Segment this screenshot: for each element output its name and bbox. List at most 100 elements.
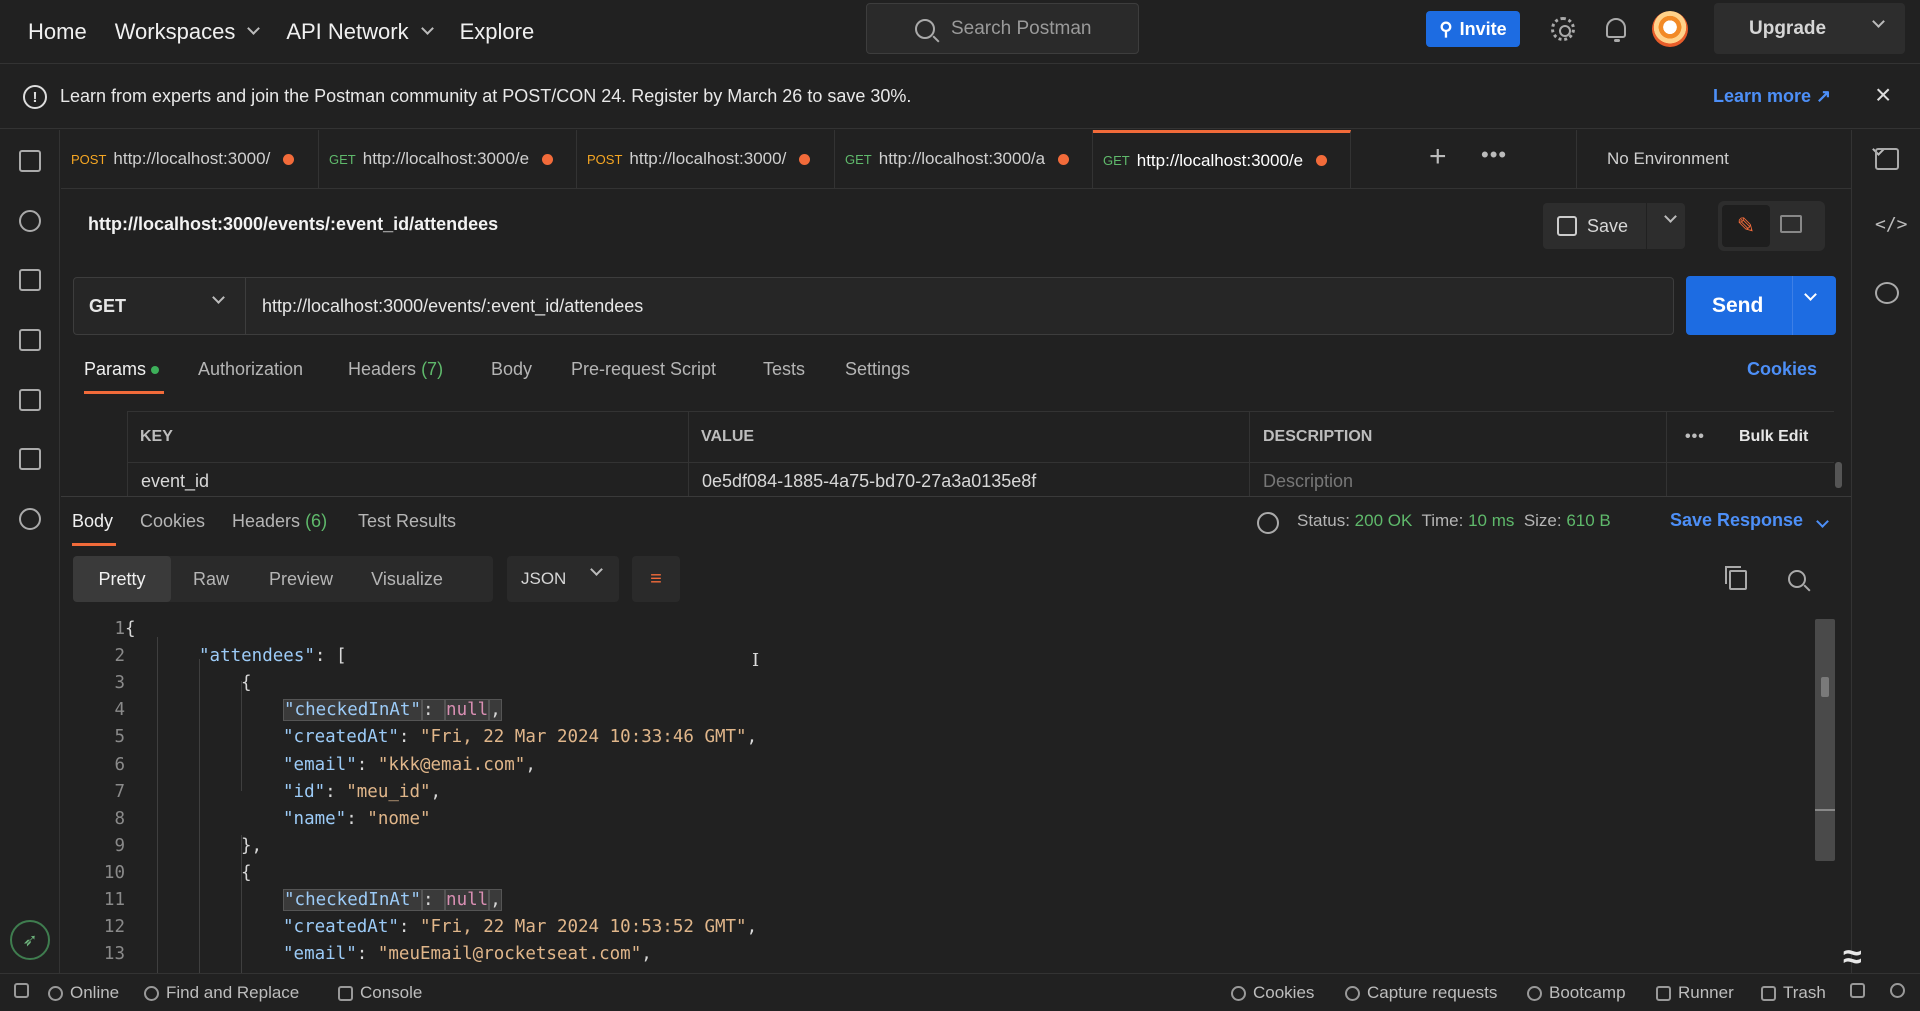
add-user-icon: ⚲ xyxy=(1439,18,1453,39)
runner-button[interactable]: Runner xyxy=(1656,983,1734,1003)
view-raw[interactable]: Raw xyxy=(171,556,251,602)
time-value[interactable]: 10 ms xyxy=(1468,511,1514,530)
json-punctuation: , xyxy=(489,889,502,911)
chevron-down-icon[interactable] xyxy=(1804,288,1817,301)
code-icon[interactable]: </> xyxy=(1875,214,1908,236)
save-options-button[interactable] xyxy=(1647,203,1685,249)
request-tab-active[interactable]: GET http://localhost:3000/e xyxy=(1093,130,1351,188)
format-select[interactable]: JSON xyxy=(507,556,619,602)
save-response-button[interactable]: Save Response xyxy=(1670,510,1829,531)
avatar[interactable] xyxy=(1652,11,1688,47)
lightbulb-icon[interactable] xyxy=(1875,282,1899,304)
json-string-value: "nome" xyxy=(367,808,431,829)
environments-icon[interactable] xyxy=(19,269,41,291)
request-tab[interactable]: GET http://localhost:3000/a xyxy=(835,130,1093,188)
online-status[interactable]: Online xyxy=(48,983,119,1003)
upgrade-button[interactable]: Upgrade xyxy=(1714,3,1905,54)
find-replace-button[interactable]: Find and Replace xyxy=(144,983,299,1003)
history-icon[interactable] xyxy=(19,508,41,530)
console-button[interactable]: Console xyxy=(338,983,422,1003)
tab-prerequest-script[interactable]: Pre-request Script xyxy=(571,359,716,380)
new-tab-plus-icon[interactable]: + xyxy=(1429,142,1447,172)
capture-label: Capture requests xyxy=(1367,983,1498,1002)
toggle-sidebar-button[interactable] xyxy=(14,983,29,998)
help-button[interactable] xyxy=(1890,983,1905,998)
logo-watermark: ≈ xyxy=(1843,938,1862,976)
tab-body[interactable]: Body xyxy=(491,359,532,380)
request-tab[interactable]: POST http://localhost:3000/ xyxy=(577,130,835,188)
more-tabs-icon[interactable]: ••• xyxy=(1481,142,1507,168)
response-tab-headers[interactable]: Headers (6) xyxy=(232,511,327,532)
json-key: "email" xyxy=(283,944,357,965)
url-input[interactable]: http://localhost:3000/events/:event_id/a… xyxy=(246,277,1674,335)
tab-params[interactable]: Params xyxy=(84,359,160,380)
tab-authorization[interactable]: Authorization xyxy=(198,359,303,380)
search-icon[interactable] xyxy=(1788,570,1806,588)
nav-api-network-label: API Network xyxy=(286,18,409,44)
scrollbar-thumb[interactable] xyxy=(1821,677,1829,697)
save-button[interactable]: Save xyxy=(1543,203,1646,249)
learn-more-link[interactable]: Learn more ↗ xyxy=(1713,86,1831,107)
response-tab-body[interactable]: Body xyxy=(72,511,113,532)
wrap-lines-icon[interactable]: ≡ xyxy=(632,556,680,602)
nav-api-network[interactable]: API Network xyxy=(272,0,445,64)
comment-icon[interactable] xyxy=(1780,215,1802,233)
mock-servers-icon[interactable] xyxy=(19,329,41,351)
nav-workspaces[interactable]: Workspaces xyxy=(101,0,273,64)
response-body-editor[interactable]: 1{2 "attendees": [3{4 "checkedInAt": null,… xyxy=(73,619,1833,973)
rocket-icon[interactable]: ➶ xyxy=(10,920,50,960)
view-pretty[interactable]: Pretty xyxy=(73,556,171,602)
param-value-cell[interactable]: 0e5df084-1885-4a75-bd70-27a3a0135e8f xyxy=(688,463,1036,496)
param-description-cell[interactable]: Description xyxy=(1249,463,1353,496)
tab-headers[interactable]: Headers (7) xyxy=(348,359,443,380)
size-value[interactable]: 610 B xyxy=(1566,511,1610,530)
search-input[interactable]: Search Postman xyxy=(866,3,1139,54)
close-icon[interactable]: × xyxy=(1875,81,1891,109)
cookies-button[interactable]: Cookies xyxy=(1231,983,1314,1003)
bell-icon[interactable] xyxy=(1606,18,1626,42)
pencil-icon[interactable]: ✎ xyxy=(1722,205,1770,247)
code-line: 7 "id": "meu_id", xyxy=(73,782,1833,809)
more-options-icon[interactable]: ••• xyxy=(1685,412,1705,462)
code-scrollbar[interactable] xyxy=(1815,619,1835,861)
status-bar: Online Find and Replace Console Cookies … xyxy=(0,973,1920,1011)
collections-icon[interactable] xyxy=(19,150,41,172)
json-punctuation: : xyxy=(346,808,368,829)
bulk-edit-button[interactable]: Bulk Edit xyxy=(1739,412,1808,462)
copy-icon[interactable] xyxy=(1725,566,1747,590)
bootcamp-button[interactable]: Bootcamp xyxy=(1527,983,1626,1003)
trash-button[interactable]: Trash xyxy=(1761,983,1826,1003)
globe-icon[interactable] xyxy=(1257,512,1279,534)
method-value: GET xyxy=(89,295,127,316)
apis-icon[interactable] xyxy=(19,210,41,232)
documentation-icon[interactable] xyxy=(1875,148,1899,170)
tab-tests[interactable]: Tests xyxy=(763,359,805,380)
layout-button[interactable] xyxy=(1850,983,1865,998)
response-tab-cookies[interactable]: Cookies xyxy=(140,511,205,532)
invite-button[interactable]: ⚲ Invite xyxy=(1426,11,1520,47)
method-select[interactable]: GET xyxy=(73,277,246,335)
view-visualize[interactable]: Visualize xyxy=(351,556,463,602)
json-punctuation: , xyxy=(525,754,536,775)
pane-divider[interactable] xyxy=(61,496,1851,497)
nav-home[interactable]: Home xyxy=(0,0,101,64)
monitors-icon[interactable] xyxy=(19,389,41,411)
flows-icon[interactable] xyxy=(19,448,41,470)
gear-icon[interactable] xyxy=(1551,17,1575,41)
json-key: "name" xyxy=(283,808,347,829)
nav-explore[interactable]: Explore xyxy=(446,0,549,64)
send-button[interactable]: Send xyxy=(1686,276,1836,335)
params-scrollbar[interactable] xyxy=(1835,462,1842,488)
response-tab-test-results[interactable]: Test Results xyxy=(358,511,456,532)
send-divider xyxy=(1792,276,1793,335)
tab-settings[interactable]: Settings xyxy=(845,359,910,380)
request-tab[interactable]: POST http://localhost:3000/ xyxy=(61,130,319,188)
request-tab[interactable]: GET http://localhost:3000/e xyxy=(319,130,577,188)
cookies-link[interactable]: Cookies xyxy=(1747,359,1817,380)
view-preview[interactable]: Preview xyxy=(251,556,351,602)
capture-requests-button[interactable]: Capture requests xyxy=(1345,983,1497,1003)
json-string-value: "meuEmail@rocketseat.com" xyxy=(377,944,642,965)
param-key-cell[interactable]: event_id xyxy=(127,463,209,496)
banner-text: Learn from experts and join the Postman … xyxy=(60,86,912,106)
status-value[interactable]: 200 OK xyxy=(1355,511,1413,530)
